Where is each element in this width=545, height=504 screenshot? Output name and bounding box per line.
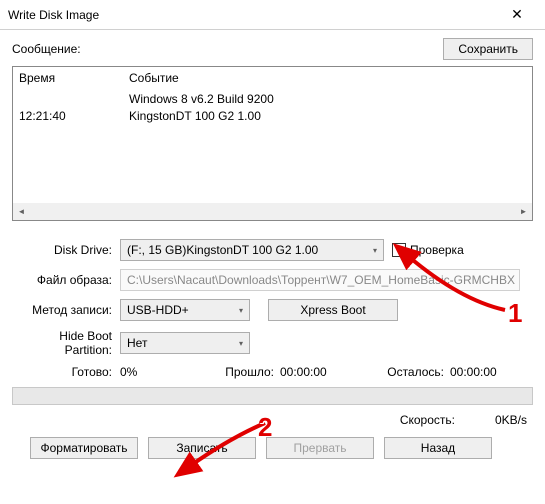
chevron-down-icon: ▾ xyxy=(239,306,243,315)
elapsed-label: Прошло: xyxy=(210,365,280,379)
message-label: Сообщение: xyxy=(12,42,443,56)
chevron-down-icon: ▾ xyxy=(373,246,377,255)
abort-button: Прервать xyxy=(266,437,374,459)
chevron-down-icon: ▾ xyxy=(239,339,243,348)
image-file-field: C:\Users\Nacaut\Downloads\Торрент\W7_OEM… xyxy=(120,269,520,291)
window-title: Write Disk Image xyxy=(8,8,497,22)
remain-value: 00:00:00 xyxy=(450,365,497,379)
speed-value: 0KB/s xyxy=(495,413,527,427)
image-file-label: Файл образа: xyxy=(12,273,120,287)
verify-checkbox[interactable] xyxy=(392,243,406,257)
hide-boot-select[interactable]: Нет ▾ xyxy=(120,332,250,354)
save-button[interactable]: Сохранить xyxy=(443,38,533,60)
format-button[interactable]: Форматировать xyxy=(30,437,138,459)
scroll-right-icon[interactable]: ► xyxy=(515,203,532,220)
xpress-boot-button[interactable]: Xpress Boot xyxy=(268,299,398,321)
write-method-select[interactable]: USB-HDD+ ▾ xyxy=(120,299,250,321)
scroll-left-icon[interactable]: ◄ xyxy=(13,203,30,220)
percent-value: 0% xyxy=(120,365,210,379)
close-icon[interactable]: ✕ xyxy=(497,6,537,23)
annotation-badge-1: 1 xyxy=(508,298,522,329)
speed-label: Скорость: xyxy=(400,413,455,427)
horizontal-scrollbar[interactable]: ◄ ► xyxy=(13,203,532,220)
elapsed-value: 00:00:00 xyxy=(280,365,370,379)
disk-drive-select[interactable]: (F:, 15 GB)KingstonDT 100 G2 1.00 ▾ xyxy=(120,239,384,261)
disk-drive-label: Disk Drive: xyxy=(12,243,120,257)
ready-label: Готово: xyxy=(12,365,120,379)
titlebar: Write Disk Image ✕ xyxy=(0,0,545,30)
log-row: 12:21:40 KingstonDT 100 G2 1.00 xyxy=(19,108,526,125)
write-button[interactable]: Записать xyxy=(148,437,256,459)
progress-bar xyxy=(12,387,533,405)
log-panel: Время Событие Windows 8 v6.2 Build 9200 … xyxy=(12,66,533,221)
verify-label: Проверка xyxy=(410,243,464,257)
log-header-event: Событие xyxy=(129,71,179,85)
log-row: Windows 8 v6.2 Build 9200 xyxy=(19,91,526,108)
log-header-time: Время xyxy=(19,71,129,85)
back-button[interactable]: Назад xyxy=(384,437,492,459)
write-method-label: Метод записи: xyxy=(12,303,120,317)
remain-label: Осталось: xyxy=(370,365,450,379)
annotation-badge-2: 2 xyxy=(258,412,272,443)
hide-boot-label: Hide Boot Partition: xyxy=(12,329,120,357)
